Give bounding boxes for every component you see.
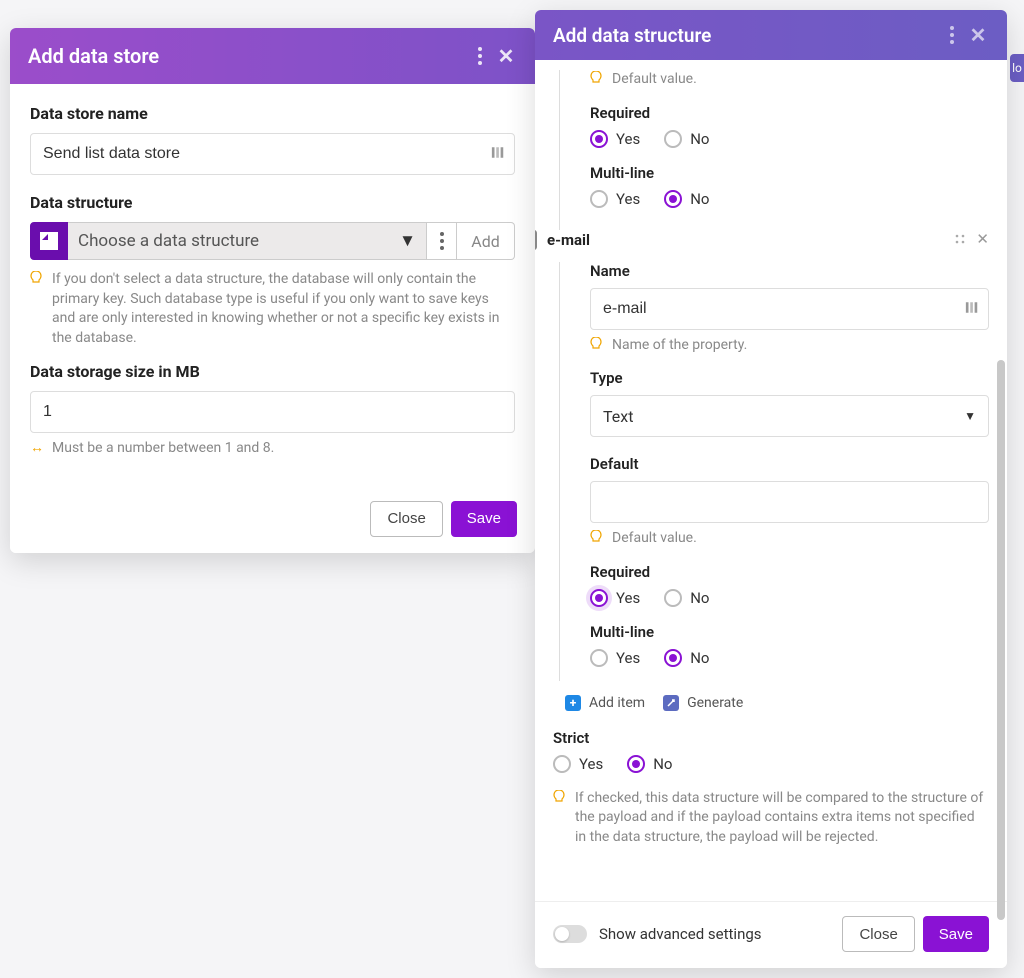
modal-header: Add data structure ✕ [535,10,1007,60]
bulb-icon [553,790,567,808]
required-label: Required [590,563,989,581]
map-icon[interactable] [965,299,979,318]
scrollbar-track[interactable] [997,70,1005,915]
remove-icon[interactable]: ✕ [976,230,989,249]
ds-options-button[interactable] [427,222,457,260]
bulb-icon [590,530,604,548]
modal-title: Add data structure [553,24,939,47]
name-label: Name [590,262,989,280]
multiline-label: Multi-line [590,164,989,182]
strict-hint: If checked, this data structure will be … [575,789,989,848]
required-no-radio[interactable]: No [664,589,709,607]
side-tab[interactable]: lo [1010,54,1024,82]
size-label: Data storage size in MB [30,362,515,381]
kebab-icon[interactable] [939,22,965,48]
modal-title: Add data store [28,44,467,68]
close-icon[interactable]: ✕ [493,43,519,69]
default-hint: Default value. [612,70,697,90]
strict-no-radio[interactable]: No [627,755,672,773]
advanced-toggle-label: Show advanced settings [599,925,762,943]
bulb-icon [590,71,604,89]
name-hint: Name of the property. [612,336,747,356]
add-data-store-modal: Add data store ✕ Data store name Data st… [10,28,535,553]
property-title: e-mail [547,231,944,249]
advanced-toggle[interactable] [553,925,587,943]
save-button[interactable]: Save [451,501,517,537]
required-yes-radio[interactable]: Yes [590,589,640,607]
multiline-no-radio[interactable]: No [664,190,709,208]
ds-add-button[interactable]: Add [457,222,515,260]
type-select[interactable]: Text ▼ [590,395,989,437]
multiline-yes-radio[interactable]: Yes [590,190,640,208]
required-no-radio[interactable]: No [664,130,709,148]
generate-button[interactable]: Generate [663,695,743,711]
multiline-label: Multi-line [590,623,989,641]
ds-icon [30,222,68,260]
required-yes-radio[interactable]: Yes [590,130,640,148]
type-label: Type [590,369,989,387]
name-label: Data store name [30,104,515,123]
property-name-input[interactable] [590,288,989,330]
size-hint: Must be a number between 1 and 8. [52,439,274,459]
strict-yes-radio[interactable]: Yes [553,755,603,773]
data-store-name-input[interactable] [30,133,515,175]
collapse-toggle[interactable] [535,230,537,250]
ds-hint: If you don't select a data structure, th… [52,270,515,348]
multiline-yes-radio[interactable]: Yes [590,649,640,667]
storage-size-input[interactable] [30,391,515,433]
scrollbar-thumb[interactable] [997,360,1005,920]
multiline-no-radio[interactable]: No [664,649,709,667]
close-icon[interactable]: ✕ [965,22,991,48]
modal-header: Add data store ✕ [10,28,535,84]
data-structure-select[interactable]: Choose a data structure ▼ [68,222,427,260]
bulb-icon [30,271,44,289]
kebab-icon[interactable] [467,43,493,69]
arrows-icon: ↔ [30,439,44,456]
default-hint: Default value. [612,529,697,549]
default-label: Default [590,455,989,473]
add-data-structure-modal: Add data structure ✕ Default value. Requ… [535,10,1007,968]
drag-handle-icon[interactable] [954,230,966,249]
ds-label: Data structure [30,193,515,212]
required-label: Required [590,104,989,122]
add-item-button[interactable]: + Add item [565,695,645,711]
default-input[interactable] [590,481,989,523]
map-icon[interactable] [491,145,505,164]
close-button[interactable]: Close [842,916,914,952]
strict-label: Strict [553,729,989,747]
modal-body: Default value. Required Yes No Multi-lin… [535,60,1007,901]
close-button[interactable]: Close [370,501,442,537]
bulb-icon [590,337,604,355]
data-structure-row: Choose a data structure ▼ Add [30,222,515,260]
save-button[interactable]: Save [923,916,989,952]
